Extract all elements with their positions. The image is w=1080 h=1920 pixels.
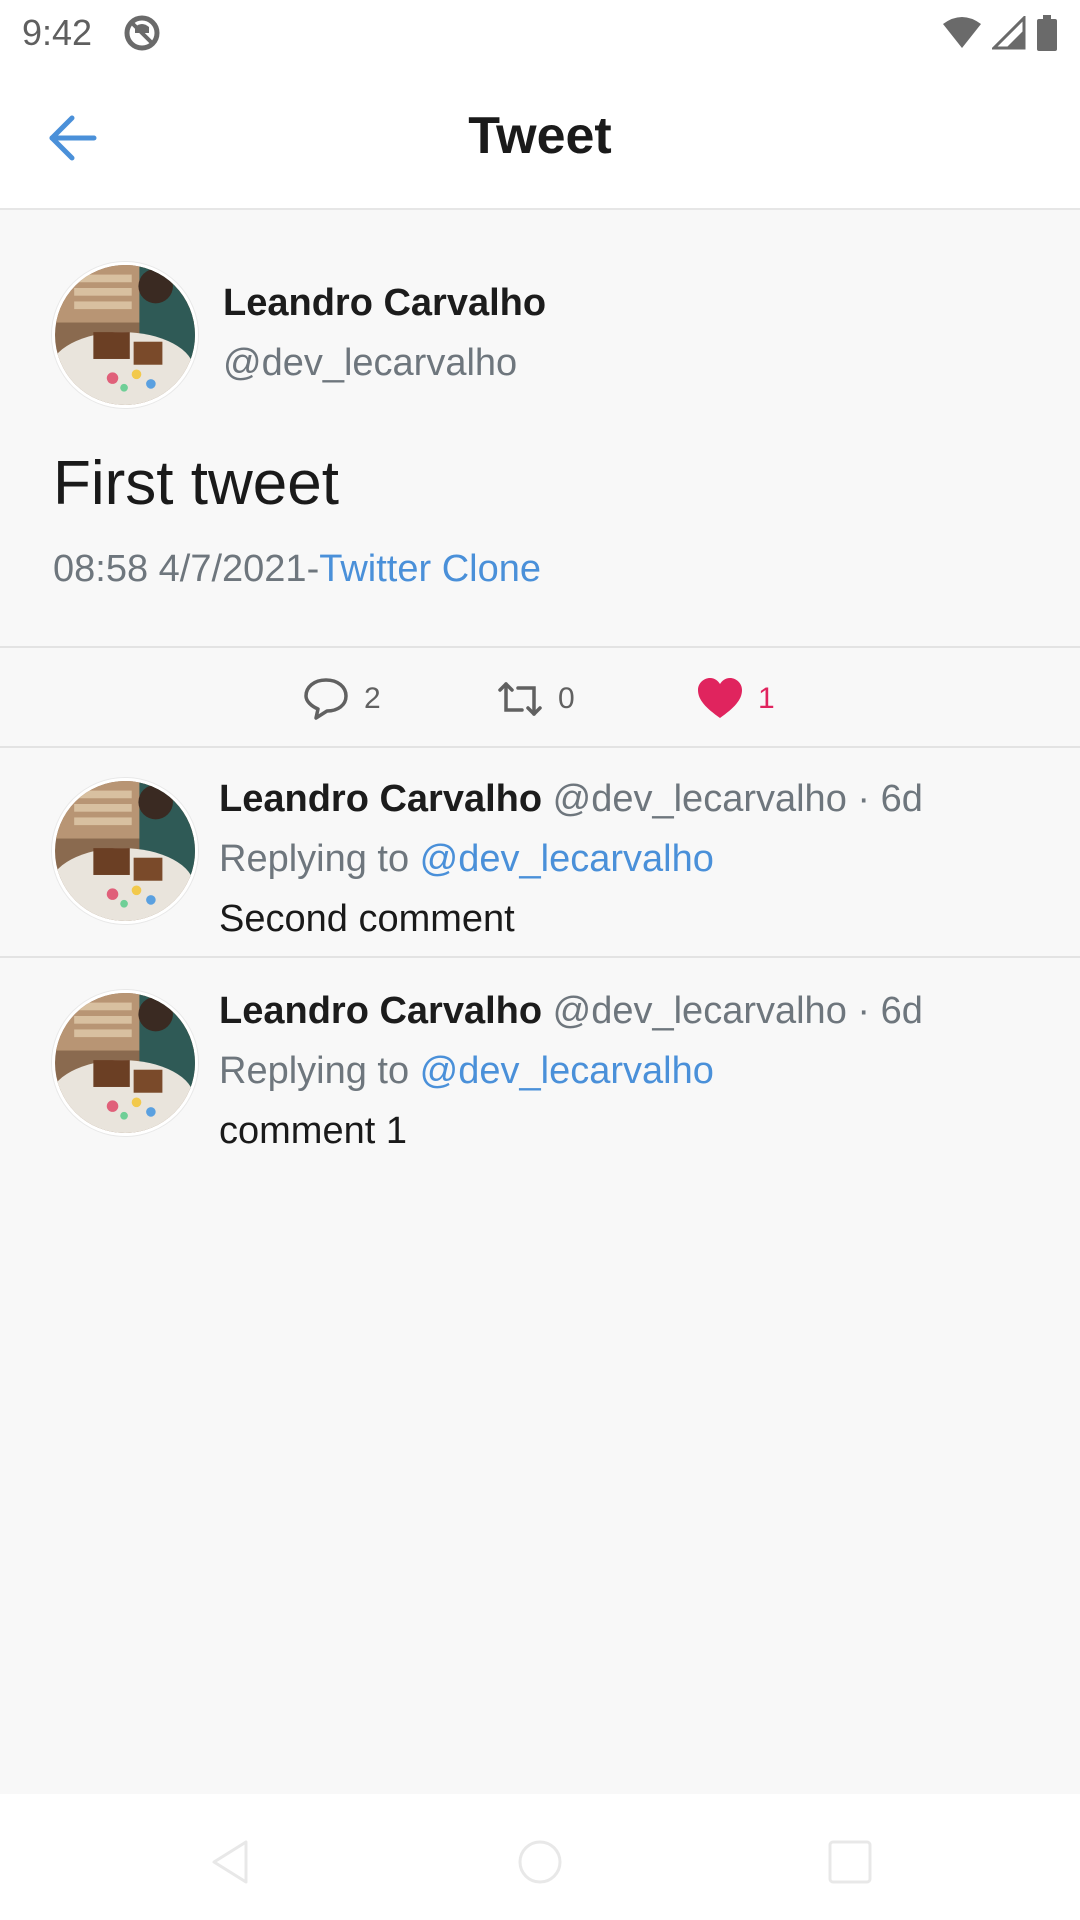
- battery-icon: [1037, 15, 1057, 51]
- comment-icon: [304, 678, 348, 720]
- meta-separator: -: [306, 548, 320, 590]
- status-time: 9:42: [22, 12, 93, 53]
- tweet-actions: 2 0 1: [0, 646, 1080, 748]
- status-bar: 9:42: [0, 0, 1080, 66]
- nav-recents-icon[interactable]: [822, 1834, 878, 1890]
- replying-mention[interactable]: @dev_lecarvalho: [420, 1050, 714, 1092]
- page-title: Tweet: [468, 107, 612, 165]
- comment-text: comment 1: [219, 1110, 407, 1152]
- replying-prefix: Replying to: [219, 1050, 420, 1092]
- author-name[interactable]: Leandro Carvalho: [223, 282, 546, 325]
- comment-avatar[interactable]: [52, 990, 198, 1136]
- comment-header: Leandro Carvalho @dev_lecarvalho · 6d: [219, 778, 923, 821]
- wifi-icon: [943, 17, 981, 48]
- like-count: 1: [758, 682, 775, 715]
- retweet-button[interactable]: 0: [496, 676, 575, 722]
- comment-text: Second comment: [219, 898, 515, 940]
- avatar-photo: [55, 265, 195, 405]
- comment-handle-time: @dev_lecarvalho · 6d: [552, 990, 923, 1032]
- tweet-timestamp: 08:58 4/7/2021: [53, 548, 307, 590]
- heart-icon: [698, 678, 742, 718]
- nav-home-icon[interactable]: [512, 1834, 568, 1890]
- replying-to: Replying to @dev_lecarvalho: [219, 838, 714, 881]
- author-handle[interactable]: @dev_lecarvalho: [223, 342, 517, 385]
- tweet-source[interactable]: Twitter Clone: [319, 548, 541, 590]
- signal-icon: [992, 16, 1026, 50]
- tweet-text: First tweet: [53, 449, 339, 518]
- do-not-disturb-icon: [124, 15, 160, 51]
- comment-avatar[interactable]: [52, 778, 198, 924]
- app-bar: Tweet: [0, 66, 1080, 210]
- comment-author-name[interactable]: Leandro Carvalho: [219, 990, 542, 1032]
- comment-header: Leandro Carvalho @dev_lecarvalho · 6d: [219, 990, 923, 1033]
- reply-button[interactable]: 2: [302, 676, 381, 722]
- avatar-photo: [55, 993, 195, 1133]
- replying-to: Replying to @dev_lecarvalho: [219, 1050, 714, 1093]
- like-button[interactable]: 1: [696, 676, 775, 722]
- screen: 9:42 Tweet Leandro Carvalho @dev_lecarva…: [0, 0, 1080, 1920]
- comment-item[interactable]: Leandro Carvalho @dev_lecarvalho · 6d Re…: [0, 748, 1080, 958]
- comment-author-name[interactable]: Leandro Carvalho: [219, 778, 542, 820]
- avatar[interactable]: [52, 262, 198, 408]
- replying-prefix: Replying to: [219, 838, 420, 880]
- nav-back-icon[interactable]: [206, 1834, 262, 1890]
- main-tweet: Leandro Carvalho @dev_lecarvalho First t…: [0, 212, 1080, 648]
- retweet-icon: [498, 682, 542, 716]
- comment-handle-time: @dev_lecarvalho · 6d: [552, 778, 923, 820]
- reply-count: 2: [364, 682, 381, 715]
- avatar-photo: [55, 781, 195, 921]
- retweet-count: 0: [558, 682, 575, 715]
- status-icons: [942, 15, 1058, 51]
- tweet-meta: 08:58 4/7/2021-Twitter Clone: [53, 548, 541, 591]
- replying-mention[interactable]: @dev_lecarvalho: [420, 838, 714, 880]
- comment-item[interactable]: Leandro Carvalho @dev_lecarvalho · 6d Re…: [0, 960, 1080, 1170]
- system-nav-bar: [0, 1794, 1080, 1920]
